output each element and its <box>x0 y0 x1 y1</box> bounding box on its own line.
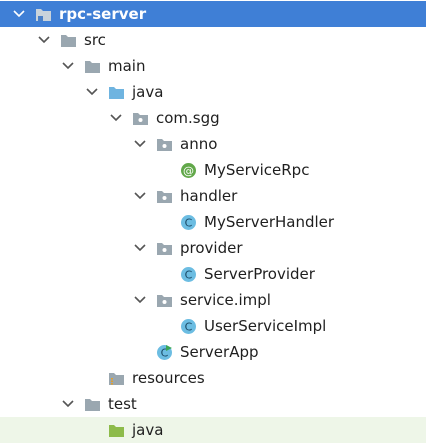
module-folder-icon <box>35 6 52 23</box>
package-icon <box>156 240 173 257</box>
svg-text:C: C <box>185 320 193 333</box>
tree-item-label: main <box>108 57 146 75</box>
class-icon: C <box>180 318 197 335</box>
chevron-down-icon[interactable] <box>85 85 99 99</box>
chevron-down-icon[interactable] <box>61 397 75 411</box>
chevron-down-icon[interactable] <box>133 241 147 255</box>
svg-text:C: C <box>185 216 193 229</box>
tree-item-server-app[interactable]: C ServerApp <box>0 339 426 365</box>
tree-item-label: handler <box>180 187 238 205</box>
tree-item-server-provider[interactable]: C ServerProvider <box>0 261 426 287</box>
tree-item-label: java <box>132 421 164 439</box>
chevron-down-icon[interactable] <box>61 59 75 73</box>
folder-icon <box>84 58 101 75</box>
tree-item-resources[interactable]: resources <box>0 365 426 391</box>
folder-icon <box>84 396 101 413</box>
tree-item-label: src <box>84 31 106 49</box>
chevron-down-icon[interactable] <box>133 293 147 307</box>
runnable-class-icon: C <box>156 344 173 361</box>
tree-item-src[interactable]: src <box>0 27 426 53</box>
tree-item-label: resources <box>132 369 205 387</box>
tree-item-user-service-impl[interactable]: C UserServiceImpl <box>0 313 426 339</box>
svg-text:@: @ <box>183 164 194 177</box>
resources-folder-icon <box>108 370 125 387</box>
chevron-down-icon[interactable] <box>133 137 147 151</box>
tree-item-label: anno <box>180 135 218 153</box>
source-folder-icon <box>108 84 125 101</box>
tree-item-package-service-impl[interactable]: service.impl <box>0 287 426 313</box>
chevron-down-icon[interactable] <box>133 189 147 203</box>
tree-item-label: MyServiceRpc <box>204 161 310 179</box>
tree-item-label: MyServerHandler <box>204 213 335 231</box>
tree-item-main-java[interactable]: java <box>0 79 426 105</box>
tree-item-my-server-handler[interactable]: C MyServerHandler <box>0 209 426 235</box>
folder-icon <box>60 32 77 49</box>
test-source-folder-icon <box>108 422 125 439</box>
annotation-icon: @ <box>180 162 197 179</box>
chevron-down-icon[interactable] <box>12 7 26 21</box>
package-icon <box>156 136 173 153</box>
chevron-down-icon[interactable] <box>109 111 123 125</box>
tree-item-my-service-rpc[interactable]: @ MyServiceRpc <box>0 157 426 183</box>
class-icon: C <box>180 214 197 231</box>
package-icon <box>156 188 173 205</box>
tree-item-label: UserServiceImpl <box>204 317 327 335</box>
svg-text:C: C <box>185 268 193 281</box>
tree-item-package-anno[interactable]: anno <box>0 131 426 157</box>
tree-item-label: provider <box>180 239 243 257</box>
package-icon <box>156 292 173 309</box>
tree-item-label: rpc-server <box>59 5 147 23</box>
tree-item-label: ServerApp <box>180 343 259 361</box>
tree-item-label: test <box>108 395 137 413</box>
project-tree: rpc-server src main java com.sgg anno @ … <box>0 0 426 445</box>
tree-item-label: service.impl <box>180 291 271 309</box>
tree-item-test-java[interactable]: java <box>0 417 426 443</box>
class-icon: C <box>180 266 197 283</box>
tree-item-package-handler[interactable]: handler <box>0 183 426 209</box>
tree-item-package-com-sgg[interactable]: com.sgg <box>0 105 426 131</box>
tree-item-label: com.sgg <box>156 109 220 127</box>
tree-item-main[interactable]: main <box>0 53 426 79</box>
chevron-down-icon[interactable] <box>37 33 51 47</box>
tree-item-label: java <box>132 83 164 101</box>
package-icon <box>132 110 149 127</box>
tree-item-rpc-server[interactable]: rpc-server <box>0 1 426 27</box>
tree-item-package-provider[interactable]: provider <box>0 235 426 261</box>
tree-item-label: ServerProvider <box>204 265 315 283</box>
tree-item-test[interactable]: test <box>0 391 426 417</box>
